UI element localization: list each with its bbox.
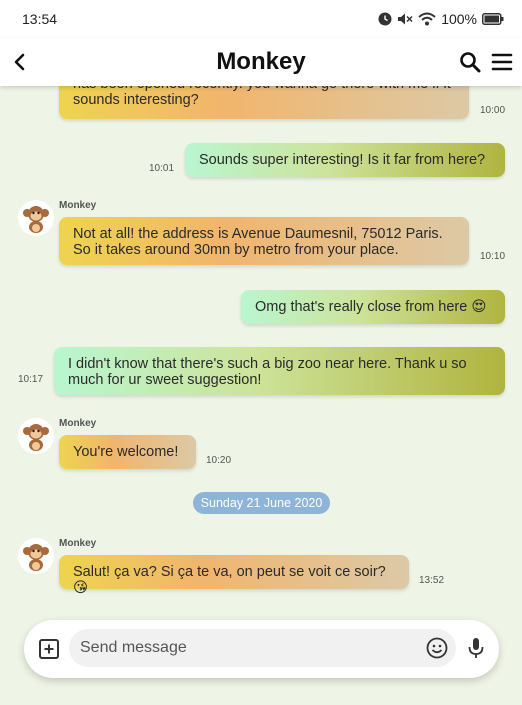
message-bubble-received[interactable]: Salut! ça va? Si ça te va, on peut se vo…: [59, 555, 409, 596]
message-text: Salut! ça va? Si ça te va, on peut se vo…: [73, 564, 386, 596]
date-separator: Sunday 21 June 2020: [193, 492, 330, 514]
message-bubble-sent[interactable]: Omg that's really close from here 😍: [241, 290, 505, 324]
monkey-avatar-icon[interactable]: [18, 418, 54, 454]
message-time: 10:01: [149, 163, 175, 174]
message-time: 10:17: [18, 374, 44, 385]
message-input[interactable]: [69, 629, 456, 667]
message-text: Sounds super interesting! Is it far from…: [199, 152, 486, 168]
mute-icon: [398, 13, 413, 25]
hamburger-menu-icon[interactable]: [490, 50, 514, 74]
message-bubble-received[interactable]: Not at all! the address is Avenue Daumes…: [59, 217, 469, 265]
chat-header: Monkey: [0, 38, 522, 86]
message-time: 13:52: [419, 575, 445, 586]
sender-name: Monkey: [59, 418, 97, 429]
message-text: Omg that's really close from here 😍: [255, 299, 487, 315]
status-time: 13:54: [22, 11, 58, 27]
wifi-icon: [418, 12, 436, 26]
message-text: You're welcome!: [73, 444, 179, 460]
add-square-icon[interactable]: [37, 637, 61, 661]
message-composer: [24, 620, 499, 678]
search-icon[interactable]: [458, 50, 482, 74]
chat-title: Monkey: [216, 48, 306, 75]
monkey-avatar-icon[interactable]: [18, 200, 54, 236]
status-bar: 13:54 100%: [0, 0, 522, 38]
message-text: Not at all! the address is Avenue Daumes…: [73, 226, 443, 258]
alarm-icon: [378, 12, 392, 26]
message-text: I didn't know that there's such a big zo…: [68, 356, 467, 388]
monkey-avatar-icon[interactable]: [18, 538, 54, 574]
smiley-icon[interactable]: [425, 636, 449, 660]
message-time: 10:10: [480, 251, 506, 262]
message-bubble-received[interactable]: You're welcome!: [59, 435, 196, 469]
message-list[interactable]: has been opened recently. you wanna go t…: [0, 86, 522, 616]
message-bubble-received[interactable]: has been opened recently. you wanna go t…: [59, 86, 469, 119]
status-icons: 100%: [378, 11, 504, 27]
microphone-icon[interactable]: [464, 636, 488, 660]
sender-name: Monkey: [59, 200, 97, 211]
battery-percent: 100%: [441, 11, 477, 27]
battery-icon: [482, 13, 504, 25]
message-time: 10:20: [206, 455, 232, 466]
message-text: has been opened recently. you wanna go t…: [73, 86, 451, 108]
message-bubble-sent[interactable]: Sounds super interesting! Is it far from…: [185, 143, 505, 177]
message-bubble-sent[interactable]: I didn't know that there's such a big zo…: [54, 347, 505, 395]
message-time: 10:00: [480, 105, 506, 116]
sender-name: Monkey: [59, 538, 97, 549]
